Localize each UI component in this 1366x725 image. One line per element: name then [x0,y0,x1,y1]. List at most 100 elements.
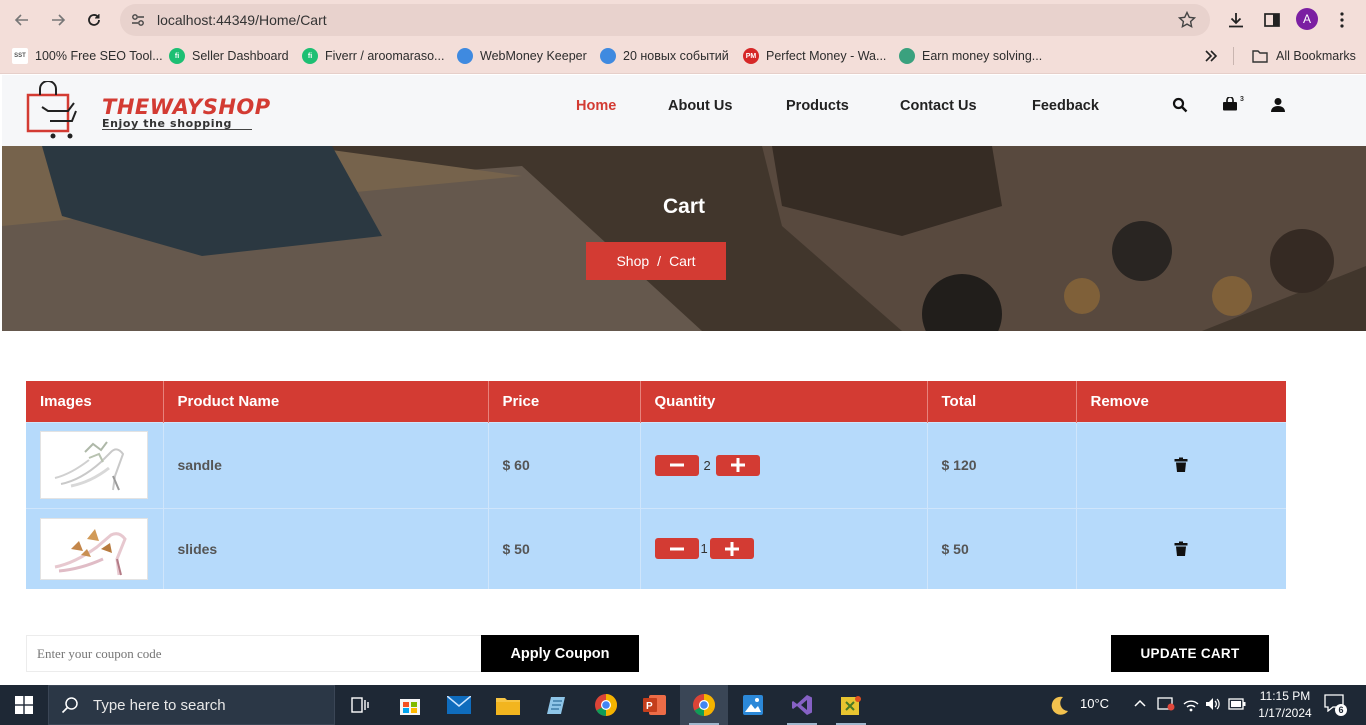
shopping-cart-logo-icon [26,81,77,139]
increase-quantity-button[interactable] [715,454,760,476]
nav-home[interactable]: Home [576,98,616,114]
windows-logo-icon [15,696,33,714]
product-total: $ 50 [927,507,1077,589]
plus-icon [724,541,739,556]
product-total: $ 120 [927,421,1077,508]
quantity-stepper: 1 [654,538,913,560]
column-header-images: Images [26,381,164,422]
column-header-price: Price [488,381,641,422]
bookmark-item[interactable]: WebMoney Keeper [457,47,587,65]
notepad-button[interactable] [533,685,581,725]
decrease-quantity-button[interactable] [654,538,699,560]
sst-icon: SST [12,48,28,64]
chrome-button[interactable] [582,685,630,725]
nav-feedback[interactable]: Feedback [1032,98,1099,114]
coupon-code-input[interactable] [26,635,482,672]
microsoft-store-button[interactable] [386,685,434,725]
increase-quantity-button[interactable] [709,538,754,560]
more-bookmarks-button[interactable] [1204,47,1218,65]
powerpoint-button[interactable]: P [631,685,679,725]
side-panel-icon [1264,13,1280,27]
task-view-button[interactable] [336,685,384,725]
product-image-cell [26,507,164,589]
address-bar[interactable]: localhost:44349/Home/Cart [120,4,1210,36]
product-price: $ 60 [488,421,641,508]
visual-studio-button[interactable] [778,685,826,725]
site-settings-icon[interactable] [130,12,146,28]
product-thumbnail[interactable] [40,517,148,580]
notification-count-badge: 6 [1335,704,1347,716]
task-view-icon [351,697,369,713]
decrease-quantity-button[interactable] [654,454,699,476]
product-name[interactable]: slides [163,507,489,589]
column-header-remove: Remove [1076,381,1286,422]
user-icon[interactable] [1270,97,1286,113]
bookmark-item[interactable]: PM Perfect Money - Wa... [743,47,886,65]
bookmark-item[interactable]: Earn money solving... [899,47,1042,65]
arrow-left-icon [14,14,28,26]
system-clock[interactable]: 11:15 PM 1/17/2024 [1252,688,1318,722]
cart-table: Images Product Name Price Quantity Total… [26,381,1286,589]
photos-button[interactable] [729,685,777,725]
breadcrumb-shop[interactable]: Shop [616,253,649,269]
notification-center-button[interactable]: 6 [1324,694,1347,716]
sticky-app-button[interactable] [827,685,875,725]
reload-icon [88,14,100,26]
search-icon[interactable] [1172,97,1188,113]
mail-button[interactable] [435,685,483,725]
side-panel-button[interactable] [1260,8,1284,32]
trash-icon[interactable] [1173,541,1189,557]
screen-record-icon[interactable] [1157,696,1175,712]
reload-button[interactable] [82,8,106,32]
nav-products[interactable]: Products [786,98,849,114]
photos-icon [743,695,763,715]
file-explorer-button[interactable] [484,685,532,725]
moon-weather-icon[interactable] [1048,694,1070,716]
volume-icon[interactable] [1205,696,1221,712]
bookmark-star-icon[interactable] [1178,11,1196,29]
store-icon [400,699,420,715]
product-thumbnail[interactable] [40,431,148,499]
chevron-up-icon[interactable] [1134,699,1146,707]
nav-about-us[interactable]: About Us [668,98,732,114]
search-icon [61,697,78,714]
trash-icon[interactable] [1173,457,1189,473]
nav-contact-us[interactable]: Contact Us [900,98,977,114]
wifi-icon[interactable] [1183,696,1199,712]
chrome-menu-button[interactable] [1330,8,1354,32]
update-cart-button[interactable]: UPDATE CART [1111,635,1269,672]
windows-taskbar: Type here to search P 10°C 11:15 PM 1/17… [0,685,1366,725]
shopping-bag-icon[interactable] [1222,97,1238,111]
bookmark-item[interactable]: fi Seller Dashboard [169,47,289,65]
cart-count-badge: 3 [1240,96,1244,103]
back-button[interactable] [10,8,34,32]
downloads-button[interactable] [1224,8,1248,32]
table-header-row: Images Product Name Price Quantity Total… [26,381,1286,422]
quantity-cell: 2 [640,421,928,508]
clock-date: 1/17/2024 [1258,706,1312,720]
all-bookmarks-button[interactable]: All Bookmarks [1252,47,1356,65]
battery-icon[interactable] [1228,697,1246,711]
perfect-money-icon: PM [743,48,759,64]
remove-cell [1076,507,1286,589]
bookmark-label: 100% Free SEO Tool... [35,49,163,63]
table-row: slides $ 50 1 $ 50 [26,507,1286,589]
weather-temperature[interactable]: 10°C [1080,696,1109,711]
forward-button[interactable] [46,8,70,32]
start-button[interactable] [0,685,48,725]
apply-coupon-button[interactable]: Apply Coupon [481,635,639,672]
bookmark-item[interactable]: SST 100% Free SEO Tool... [12,47,163,65]
product-name[interactable]: sandle [163,421,489,508]
bookmark-item[interactable]: fi Fiverr / aroomaraso... [302,47,444,65]
breadcrumb-separator: / [657,253,662,269]
column-header-total: Total [927,381,1077,422]
bookmark-item[interactable]: 20 новых событий [600,47,729,65]
profile-avatar[interactable]: A [1296,8,1318,30]
chrome-active-button[interactable] [680,685,728,725]
table-row: sandle $ 60 2 $ 120 [26,421,1286,508]
logo[interactable] [26,81,94,141]
page-title: Cart [662,195,705,218]
download-icon [1229,13,1243,28]
taskbar-search[interactable]: Type here to search [48,685,335,725]
remove-cell [1076,421,1286,508]
